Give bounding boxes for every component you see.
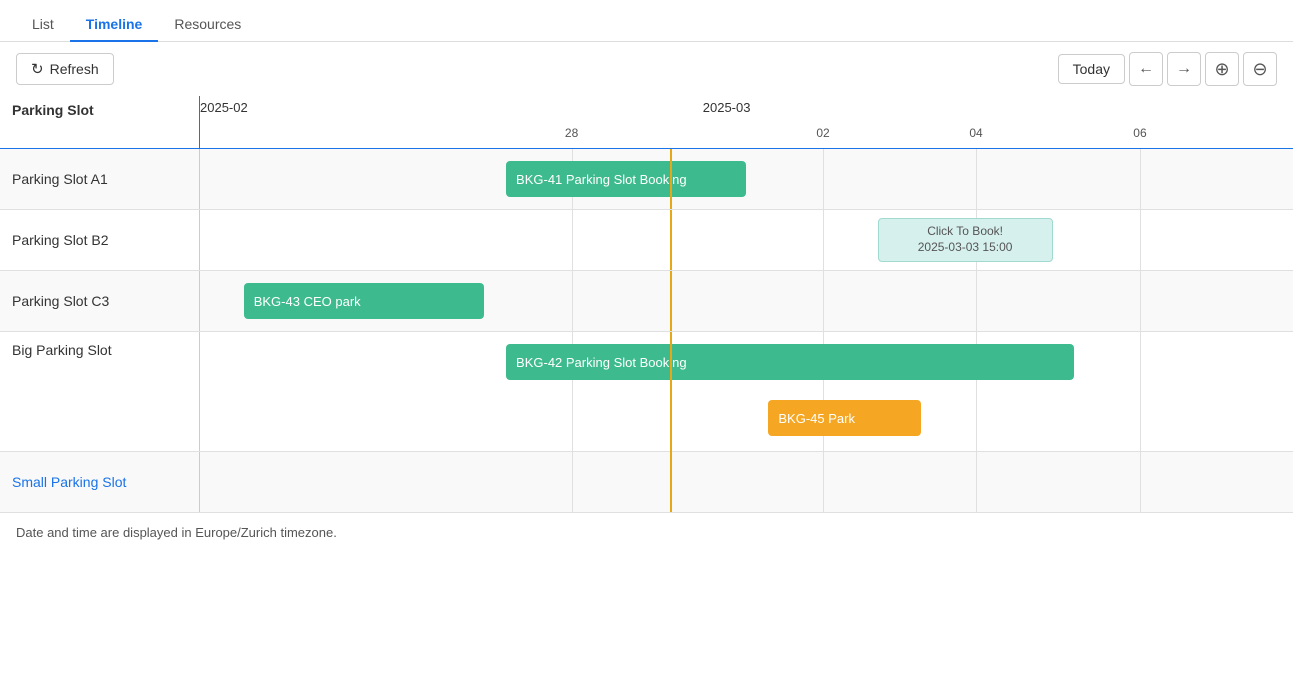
row-timeline-b2: Click To Book!2025-03-03 15:00 <box>200 210 1293 270</box>
table-row: Parking Slot A1 BKG-41 Parking Slot Book… <box>0 149 1293 210</box>
booking-bar-bkg42[interactable]: BKG-42 Parking Slot Booking <box>506 344 1074 380</box>
gantt-chart: Parking Slot 2025-02 2025-03 28 02 04 06… <box>0 96 1293 513</box>
toolbar: ↻ Refresh Today ← → ⊕ ⊖ <box>0 42 1293 96</box>
row-label-b2: Parking Slot B2 <box>0 210 200 270</box>
booking-bar-bkg45[interactable]: BKG-45 Park <box>768 400 921 436</box>
gantt-header: Parking Slot 2025-02 2025-03 28 02 04 06 <box>0 96 1293 149</box>
row-timeline-c3: BKG-43 CEO park <box>200 271 1293 331</box>
booking-bar-click-to-book[interactable]: Click To Book!2025-03-03 15:00 <box>878 218 1053 262</box>
table-row: Parking Slot B2 Click To Book!2025-03-03… <box>0 210 1293 271</box>
row-label-c3: Parking Slot C3 <box>0 271 200 331</box>
next-button[interactable]: → <box>1167 52 1201 86</box>
footnote: Date and time are displayed in Europe/Zu… <box>0 513 1293 552</box>
table-row: Parking Slot C3 BKG-43 CEO park <box>0 271 1293 332</box>
refresh-label: Refresh <box>50 61 99 77</box>
month-labels: 2025-02 2025-03 <box>200 96 1293 122</box>
month-label-feb: 2025-02 <box>200 100 248 115</box>
day-labels: 28 02 04 06 <box>200 122 1293 148</box>
table-row: Big Parking Slot BKG-42 Parking Slot Boo… <box>0 332 1293 452</box>
nav-tab-list[interactable]: List <box>16 8 70 42</box>
gantt-rows: Parking Slot A1 BKG-41 Parking Slot Book… <box>0 149 1293 513</box>
zoom-out-button[interactable]: ⊖ <box>1243 52 1277 86</box>
row-timeline-a1: BKG-41 Parking Slot Booking <box>200 149 1293 209</box>
day-label-28: 28 <box>565 126 578 140</box>
booking-bar-bkg41[interactable]: BKG-41 Parking Slot Booking <box>506 161 746 197</box>
row-timeline-small <box>200 452 1293 512</box>
row-label-big: Big Parking Slot <box>0 332 200 451</box>
row-label-a1: Parking Slot A1 <box>0 149 200 209</box>
day-label-04: 04 <box>969 126 982 140</box>
table-row: Small Parking Slot <box>0 452 1293 513</box>
day-label-02: 02 <box>816 126 829 140</box>
refresh-button[interactable]: ↻ Refresh <box>16 53 114 85</box>
zoom-in-button[interactable]: ⊕ <box>1205 52 1239 86</box>
gantt-timeline-header: 2025-02 2025-03 28 02 04 06 <box>200 96 1293 148</box>
nav-tab-timeline[interactable]: Timeline <box>70 8 159 42</box>
refresh-icon: ↻ <box>31 60 44 78</box>
gantt-column-header: Parking Slot <box>0 96 200 148</box>
today-button[interactable]: Today <box>1058 54 1125 84</box>
nav-tab-resources[interactable]: Resources <box>158 8 257 42</box>
day-label-06: 06 <box>1133 126 1146 140</box>
row-label-small[interactable]: Small Parking Slot <box>0 452 200 512</box>
timeline-nav-controls: Today ← → ⊕ ⊖ <box>1058 52 1277 86</box>
row-timeline-big: BKG-42 Parking Slot Booking BKG-45 Park <box>200 332 1293 452</box>
month-label-mar: 2025-03 <box>703 100 751 115</box>
booking-bar-bkg43[interactable]: BKG-43 CEO park <box>244 283 484 319</box>
prev-button[interactable]: ← <box>1129 52 1163 86</box>
top-navigation: ListTimelineResources <box>0 0 1293 42</box>
